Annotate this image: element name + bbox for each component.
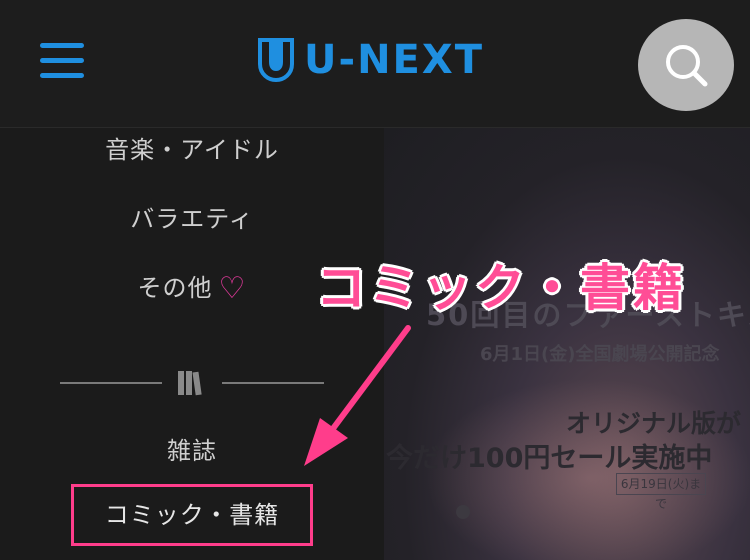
menu-bar — [40, 43, 84, 48]
heart-icon: ♡ — [218, 271, 247, 306]
carousel-dot[interactable] — [456, 505, 470, 519]
books-icon — [178, 371, 202, 396]
menu-bar — [40, 58, 84, 63]
search-icon — [666, 45, 708, 87]
sidebar-item-variety[interactable]: バラエティ — [0, 199, 384, 234]
sale-date-badge: 6月19日(火)まで — [616, 473, 706, 511]
sale-text-line2: 今だけ100円セール実施中 — [386, 443, 713, 474]
shield-logo-icon — [258, 38, 294, 82]
annotation-arrow-icon — [304, 325, 411, 466]
sidebar-item-music-idol[interactable]: 音楽・アイドル — [0, 130, 384, 165]
hamburger-menu-button[interactable] — [40, 43, 86, 79]
search-button[interactable] — [638, 19, 734, 111]
app-header: U-NEXT — [0, 0, 750, 128]
sidebar-item-comics-books[interactable]: コミック・書籍 — [71, 484, 313, 546]
sidebar-item-label: その他 — [137, 274, 213, 302]
promo-banner[interactable]: 50回目のファーストキス 6月1日(金)全国劇場公開記念 オリジナル版が 今だけ… — [384, 128, 750, 560]
sale-text-line1: オリジナル版が — [566, 409, 742, 438]
u-next-logo[interactable]: U-NEXT — [258, 38, 484, 82]
divider-line — [60, 382, 162, 384]
menu-bar — [40, 73, 84, 78]
logo-text: U-NEXT — [304, 37, 485, 83]
annotation-callout: コミック・書籍 — [316, 259, 686, 317]
banner-subtitle: 6月1日(金)全国劇場公開記念 — [480, 344, 720, 365]
